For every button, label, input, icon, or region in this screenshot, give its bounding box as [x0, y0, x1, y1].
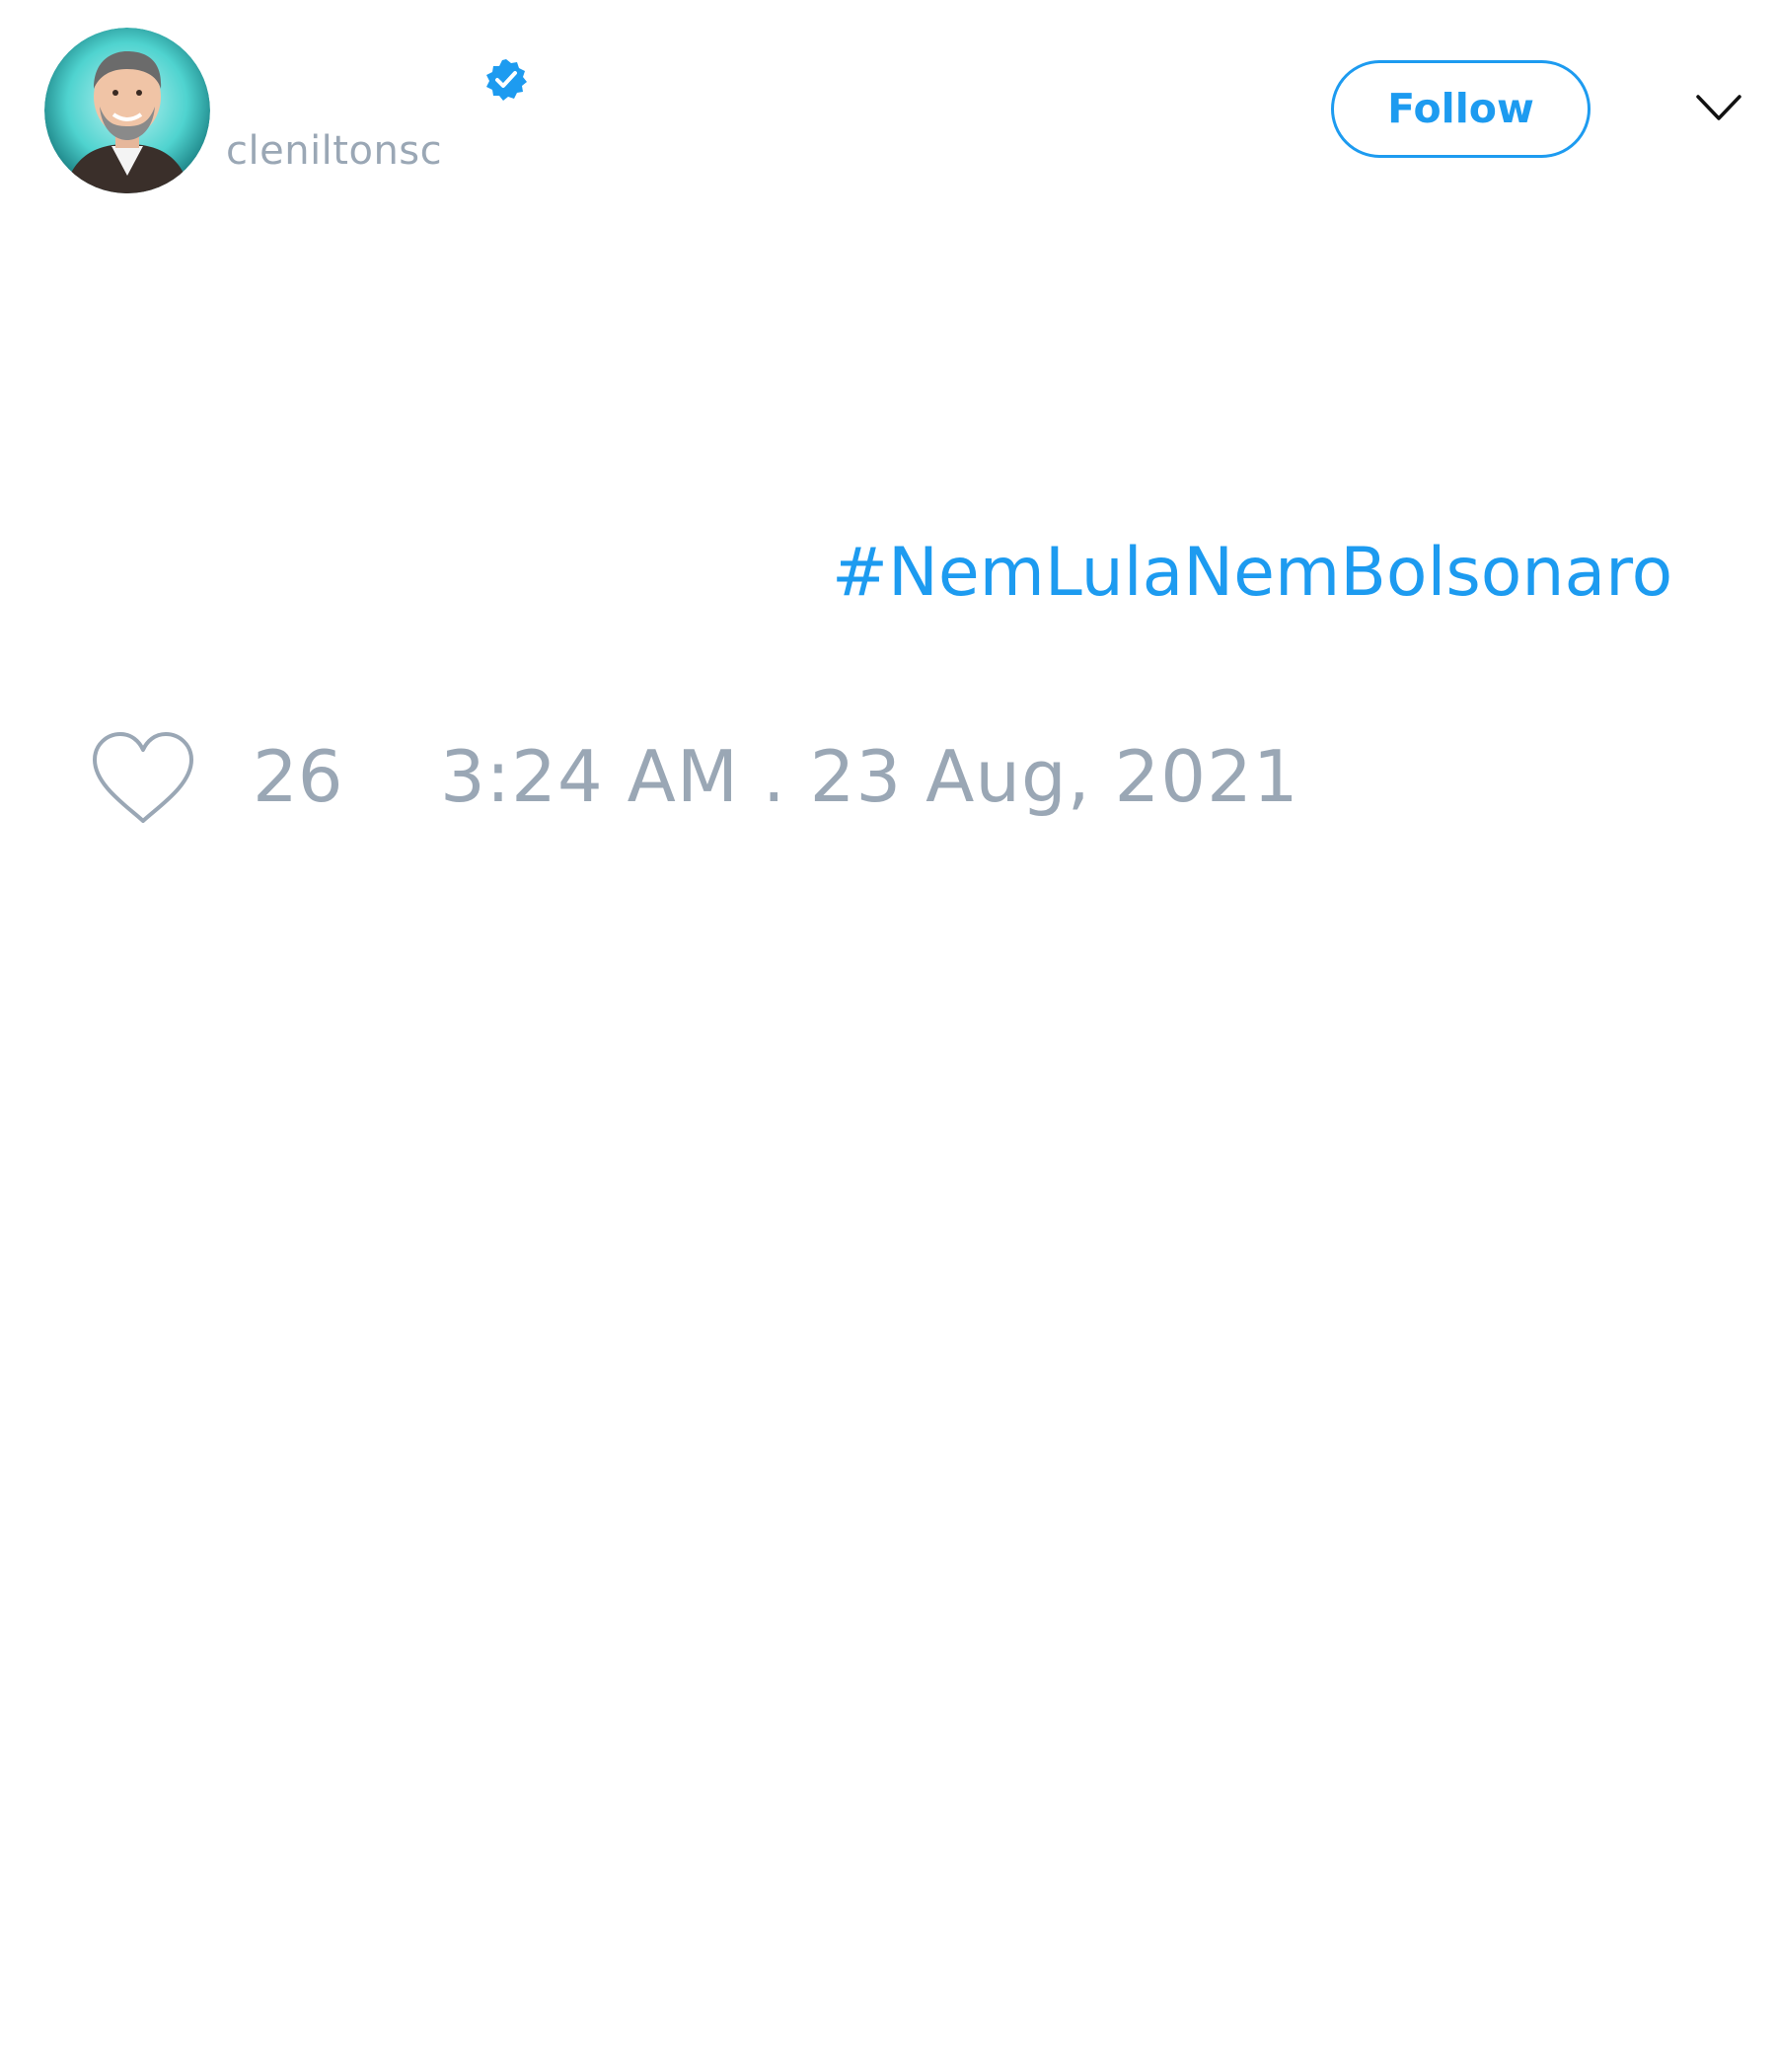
like-button[interactable]	[89, 730, 197, 829]
tweet-timestamp[interactable]: 3:24 AM . 23 Aug, 2021	[440, 732, 1299, 821]
avatar[interactable]	[44, 28, 210, 193]
verified-badge-icon	[483, 57, 529, 103]
follow-button-label: Follow	[1387, 85, 1534, 132]
like-count: 26	[253, 735, 343, 818]
follow-button[interactable]: Follow	[1331, 60, 1591, 158]
hashtag-link[interactable]: #NemLulaNemBolsonaro	[832, 531, 1672, 616]
chevron-down-icon[interactable]	[1695, 93, 1742, 122]
tweet-card: cleniltonsc Follow #NemLulaNemBolsonaro …	[0, 0, 1776, 2072]
author-handle[interactable]: cleniltonsc	[226, 126, 442, 176]
heart-icon	[93, 732, 193, 823]
